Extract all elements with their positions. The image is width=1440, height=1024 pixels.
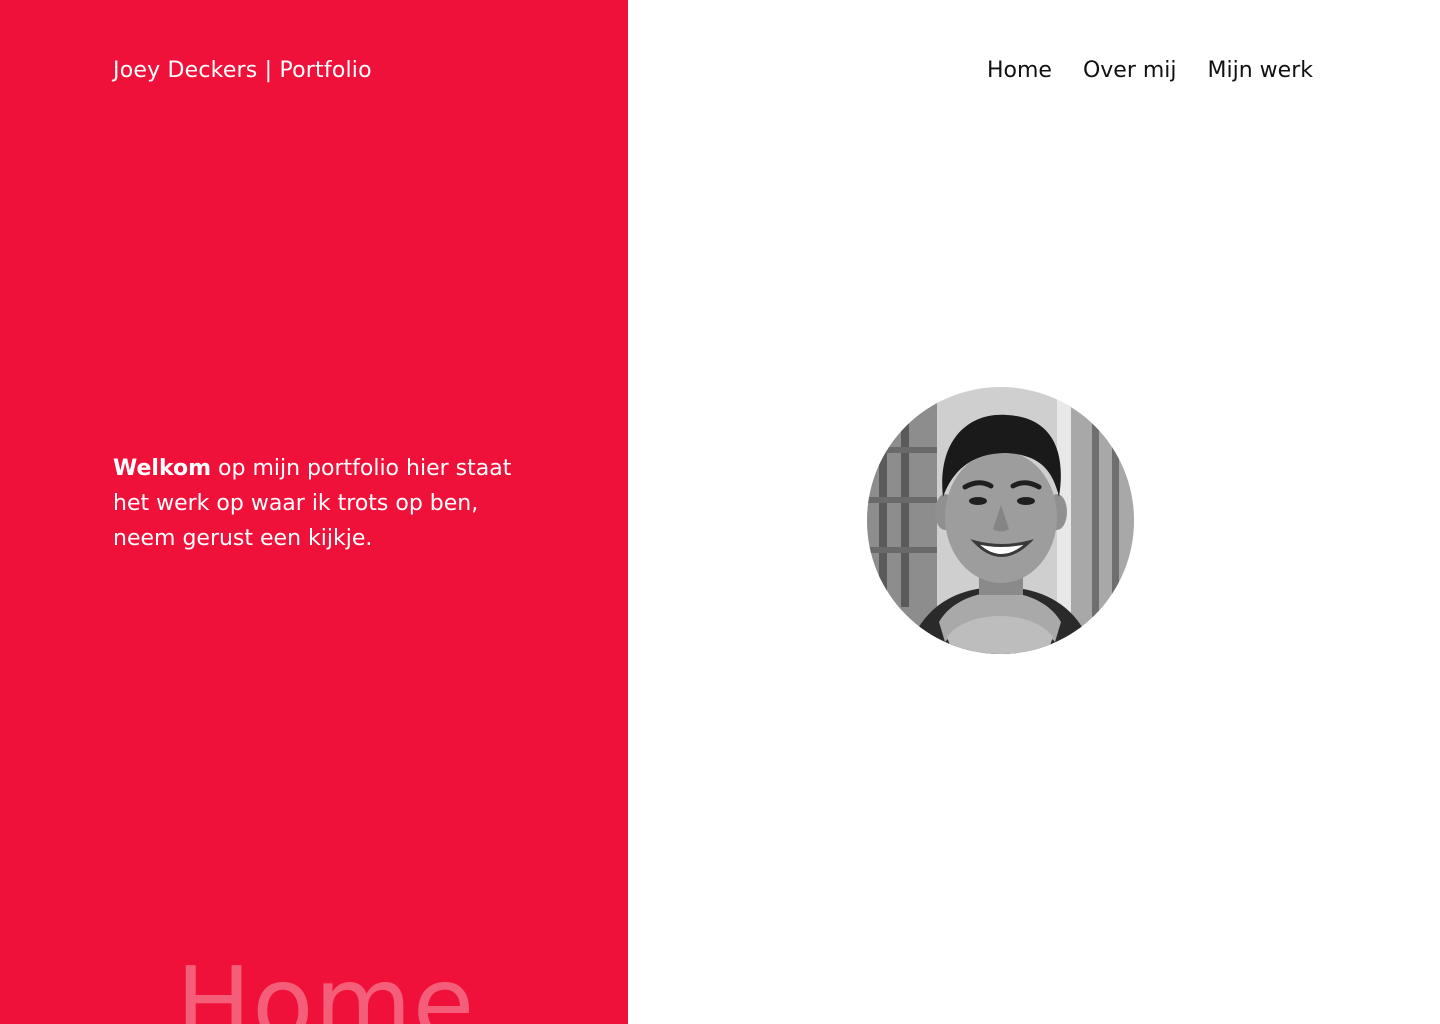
intro-highlight: Welkom [113, 456, 212, 481]
profile-photo [867, 387, 1134, 654]
main-nav: Home Over mij Mijn werk [987, 56, 1313, 86]
nav-link-mijn-werk[interactable]: Mijn werk [1208, 56, 1313, 86]
page-watermark: Home [176, 945, 476, 1024]
site-title[interactable]: Joey Deckers | Portfolio [113, 56, 372, 86]
hero-panel: Joey Deckers | Portfolio Welkom op mijn … [0, 0, 628, 1024]
intro-text: Welkom op mijn portfolio hier staat het … [113, 451, 533, 556]
nav-link-over-mij[interactable]: Over mij [1083, 56, 1177, 86]
profile-photo-graphic [867, 387, 1134, 654]
nav-link-home[interactable]: Home [987, 56, 1052, 86]
